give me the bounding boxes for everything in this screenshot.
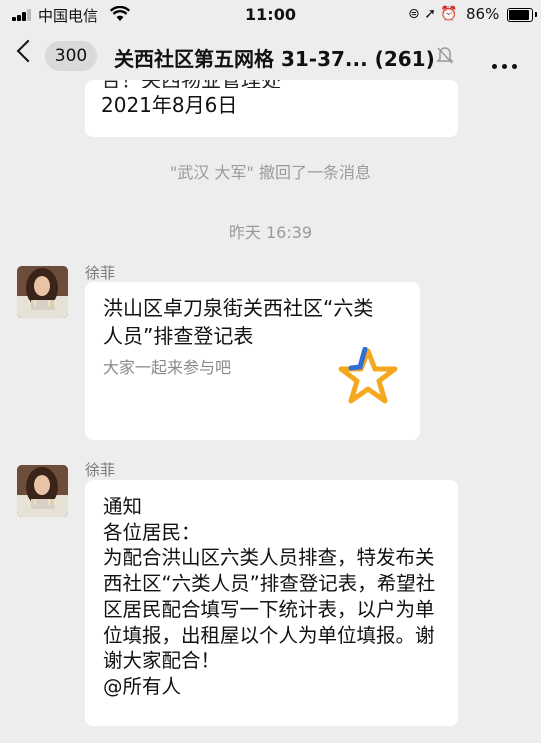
previous-message-bubble[interactable]: 合！关西物业管理处 2021年8月6日 bbox=[85, 80, 458, 137]
notice-message-bubble[interactable]: 通知 各位居民： 为配合洪山区六类人员排查，特发布关西社区“六类人员”排查登记表… bbox=[85, 480, 458, 726]
location-icon: ➚ bbox=[424, 6, 436, 22]
more-dots-icon[interactable] bbox=[492, 54, 522, 73]
back-chevron-icon[interactable] bbox=[16, 39, 40, 63]
clock: 11:00 bbox=[245, 5, 296, 24]
sender-name: 徐菲 bbox=[85, 264, 116, 282]
sender-avatar[interactable] bbox=[17, 465, 68, 517]
notice-text: 通知 各位居民： 为配合洪山区六类人员排查，特发布关西社区“六类人员”排查登记表… bbox=[103, 495, 436, 698]
card-title: 洪山区卓刀泉街关西社区“六类人员”排查登记表 bbox=[103, 296, 374, 348]
chat-header: 300 关西社区第五网格 31-37... (261) bbox=[0, 30, 541, 82]
orientation-lock-icon: ⊜ bbox=[408, 6, 420, 22]
sender-name: 徐菲 bbox=[85, 461, 116, 479]
chat-title: 关西社区第五网格 31-37... (261) bbox=[114, 47, 434, 71]
clipped-message-text: 合！关西物业管理处 bbox=[101, 80, 442, 88]
battery-icon bbox=[507, 8, 537, 22]
message-date-text: 2021年8月6日 bbox=[101, 93, 238, 117]
unread-count-badge[interactable]: 300 bbox=[45, 41, 97, 71]
star-logo-icon bbox=[338, 347, 398, 404]
card-description: 大家一起来参与吧 bbox=[103, 358, 232, 377]
timestamp-label: 昨天 16:39 bbox=[228, 223, 313, 242]
link-card-message[interactable]: 洪山区卓刀泉街关西社区“六类人员”排查登记表 大家一起来参与吧 bbox=[85, 282, 420, 440]
battery-percentage: 86% bbox=[466, 5, 500, 23]
recall-notice: "武汉 大军" 撤回了一条消息 bbox=[170, 163, 371, 182]
status-bar: 中国电信 11:00 ⊜ ➚ ⏰ 86% bbox=[0, 0, 541, 30]
sender-avatar[interactable] bbox=[17, 266, 68, 318]
alarm-icon: ⏰ bbox=[440, 6, 458, 22]
mute-bell-icon bbox=[436, 47, 454, 64]
